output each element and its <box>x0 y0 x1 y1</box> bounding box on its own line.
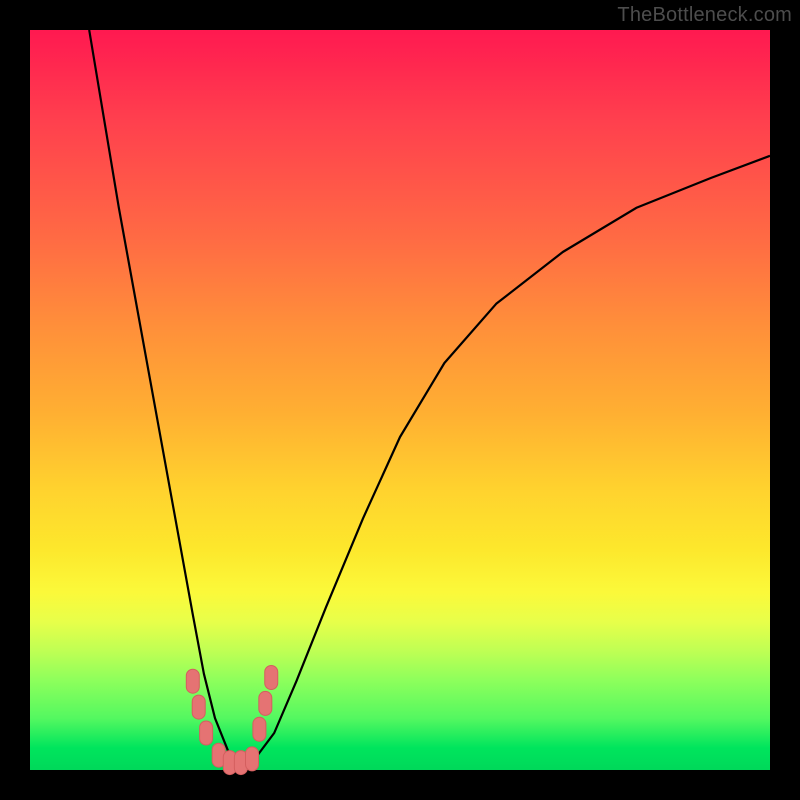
data-marker <box>265 666 278 690</box>
chart-svg <box>30 30 770 770</box>
data-marker <box>186 669 199 693</box>
data-marker <box>200 721 213 745</box>
data-marker <box>246 747 259 771</box>
data-marker <box>259 691 272 715</box>
data-markers <box>186 666 277 775</box>
data-marker <box>192 695 205 719</box>
plot-area <box>30 30 770 770</box>
bottleneck-curve <box>89 30 770 766</box>
curve-path <box>89 30 770 766</box>
watermark-text: TheBottleneck.com <box>617 4 792 27</box>
chart-frame: TheBottleneck.com <box>0 0 800 800</box>
data-marker <box>253 717 266 741</box>
